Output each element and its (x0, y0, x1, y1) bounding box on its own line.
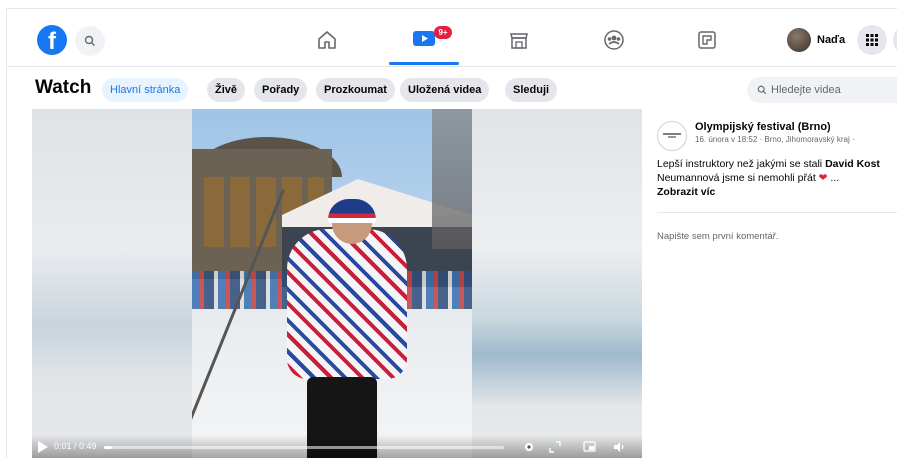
nav-home[interactable] (307, 23, 347, 57)
post-text-start: Lepší instruktory než jakými se stali (657, 158, 826, 170)
home-icon (318, 31, 336, 49)
expand-icon (549, 441, 561, 453)
top-navigation: f 9+ Naďa (7, 9, 897, 67)
grid-menu-icon (866, 34, 878, 46)
active-tab-indicator (389, 62, 459, 65)
tab-shows[interactable]: Pořady (254, 78, 308, 102)
page-title: Watch (35, 77, 92, 98)
video-blur-background (32, 109, 192, 458)
nav-watch[interactable]: 9+ (404, 23, 452, 57)
tab-home[interactable]: Hlavní stránka (102, 78, 189, 102)
olympic-festival-logo-icon (663, 133, 681, 138)
video-progress-fill (104, 446, 112, 449)
post-panel: Olympijský festival (Brno) 16. února v 1… (647, 109, 897, 458)
expand-button[interactable] (548, 440, 562, 454)
notification-badge: 9+ (434, 25, 452, 39)
search-input[interactable] (771, 84, 891, 96)
search-icon (84, 35, 95, 46)
post-text-ellipsis: ... (827, 172, 840, 184)
video-frame (192, 109, 472, 458)
picture-in-picture-icon (582, 441, 596, 452)
video-controls: 0:01 / 0:49 (32, 435, 642, 458)
scene-tree (432, 109, 472, 249)
divider (657, 212, 897, 213)
video-progress-bar[interactable] (104, 446, 504, 449)
volume-button[interactable] (612, 440, 626, 454)
nav-gaming[interactable] (687, 23, 727, 57)
video-blur-background (472, 109, 642, 458)
avatar (787, 28, 811, 52)
page-avatar[interactable] (657, 121, 687, 151)
gear-icon (525, 443, 533, 451)
video-time: 0:01 / 0:49 (54, 441, 97, 451)
pip-button[interactable] (582, 440, 596, 454)
play-icon[interactable] (38, 441, 48, 453)
tab-following[interactable]: Sleduji (505, 78, 558, 102)
scene-skier-jacket (287, 229, 407, 379)
groups-icon (604, 30, 624, 50)
post-meta: 16. února v 18:52 · Brno, Jihomoravský k… (695, 135, 855, 144)
profile-name: Naďa (817, 34, 846, 46)
video-search[interactable] (747, 77, 897, 103)
nav-groups[interactable] (594, 23, 634, 57)
marketplace-icon (510, 33, 528, 49)
nav-marketplace[interactable] (499, 23, 539, 57)
post-text-rest: Neumannová jsme si nemohli přát (657, 172, 816, 184)
profile-button[interactable]: Naďa (787, 25, 845, 55)
tab-saved-videos[interactable]: Uložená videa (400, 78, 490, 102)
facebook-logo[interactable]: f (37, 25, 67, 55)
tab-live[interactable]: Živě (207, 78, 246, 102)
messenger-button[interactable] (893, 25, 897, 55)
watch-header: Watch Hlavní stránka Živě Pořady Prozkou… (7, 71, 897, 107)
search-icon (757, 85, 767, 95)
post-text: Lepší instruktory než jakými se stali Da… (657, 157, 897, 199)
search-button[interactable] (75, 26, 105, 56)
video-player[interactable]: 0:01 / 0:49 (32, 109, 642, 458)
feeds-icon (698, 31, 716, 49)
settings-button[interactable] (522, 440, 536, 454)
page-name-link[interactable]: Olympijský festival (Brno) (695, 121, 855, 133)
see-more-link[interactable]: Zobrazit víc (657, 186, 715, 198)
post-header: Olympijský festival (Brno) 16. února v 1… (657, 121, 855, 151)
watch-icon (413, 30, 435, 46)
tab-explore[interactable]: Prozkoumat (316, 78, 395, 102)
volume-icon (614, 442, 624, 452)
tagged-person-link[interactable]: David Kost (825, 158, 880, 170)
comment-prompt[interactable]: Napište sem první komentář. (657, 231, 778, 242)
menu-button[interactable] (857, 25, 887, 55)
facebook-window: f 9+ Naďa Watch Hlavní stránka Živě Pořa… (6, 8, 897, 458)
